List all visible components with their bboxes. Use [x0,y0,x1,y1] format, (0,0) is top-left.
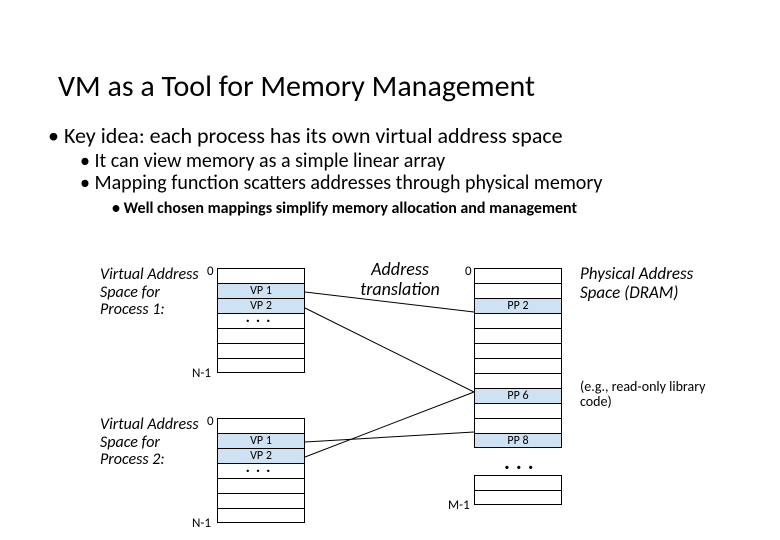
index-zero-2: 0 [207,414,214,429]
phys-cell [474,313,562,328]
label-address-translation: Address translation [340,260,460,300]
phys-cell [474,418,562,433]
bullet-text: Well chosen mappings simplify memory all… [124,199,577,218]
bullet-glyph: • [112,199,120,218]
phys-cell [474,475,562,490]
physical-column: PP 2 PP 6 PP 8 [474,268,562,448]
vas-cell [217,418,305,433]
vas-cell-ellipsis: ... [217,313,305,328]
label-physical-address-space: Physical Address Space (DRAM) [580,264,700,302]
bullet-glyph: • [48,122,59,149]
phys-cell [474,490,562,505]
label-vas-1: Virtual Address Space for Process 1: [100,266,210,319]
index-zero-phys: 0 [465,264,472,279]
bullet-glyph: • [80,171,90,195]
phys-cell-pp8: PP 8 [474,433,562,448]
index-m-1: M-1 [448,498,470,513]
vas-cell-ellipsis: ... [217,463,305,478]
vas-cell-vp1: VP 1 [217,433,305,448]
phys-ellipsis: ... [504,458,540,466]
phys-cell [474,283,562,298]
bullet-level-1: • Key idea: each process has its own vir… [48,124,602,148]
physical-column-tail [474,475,562,505]
vas-cell [217,358,305,373]
bullet-level-3: • Well chosen mappings simplify memory a… [112,200,602,218]
phys-cell-pp6: PP 6 [474,388,562,403]
vas-cell [217,478,305,493]
slide: VM as a Tool for Memory Management • Key… [0,0,780,540]
bullet-text: It can view memory as a simple linear ar… [95,149,446,173]
phys-cell [474,373,562,388]
vas-cell [217,268,305,283]
vas-cell [217,328,305,343]
index-zero-1: 0 [207,264,214,279]
index-n-1-a: N-1 [192,366,211,381]
bullet-text: Key idea: each process has its own virtu… [64,122,563,149]
phys-cell-pp2: PP 2 [474,298,562,313]
phys-cell [474,268,562,283]
bullet-list: • Key idea: each process has its own vir… [48,124,602,218]
phys-cell [474,403,562,418]
label-readonly-note: (e.g., read-only library code) [580,380,710,409]
phys-cell [474,328,562,343]
bullet-text: Mapping function scatters addresses thro… [95,171,603,195]
bullet-level-2: • Mapping function scatters addresses th… [80,172,602,194]
phys-cell [474,358,562,373]
slide-title: VM as a Tool for Memory Management [58,68,535,105]
index-n-1-b: N-1 [192,516,211,531]
bullet-level-2: • It can view memory as a simple linear … [80,150,602,172]
diagram: Virtual Address Space for Process 1: 0 V… [0,250,780,530]
bullet-glyph: • [80,149,90,173]
vas-cell [217,508,305,523]
vas-cell [217,343,305,358]
vas-cell [217,493,305,508]
vas-cell-vp1: VP 1 [217,283,305,298]
label-vas-2: Virtual Address Space for Process 2: [100,416,210,469]
vas-1-column: VP 1 VP 2 ... [217,268,305,373]
phys-cell [474,343,562,358]
vas-2-column: VP 1 VP 2 ... [217,418,305,523]
